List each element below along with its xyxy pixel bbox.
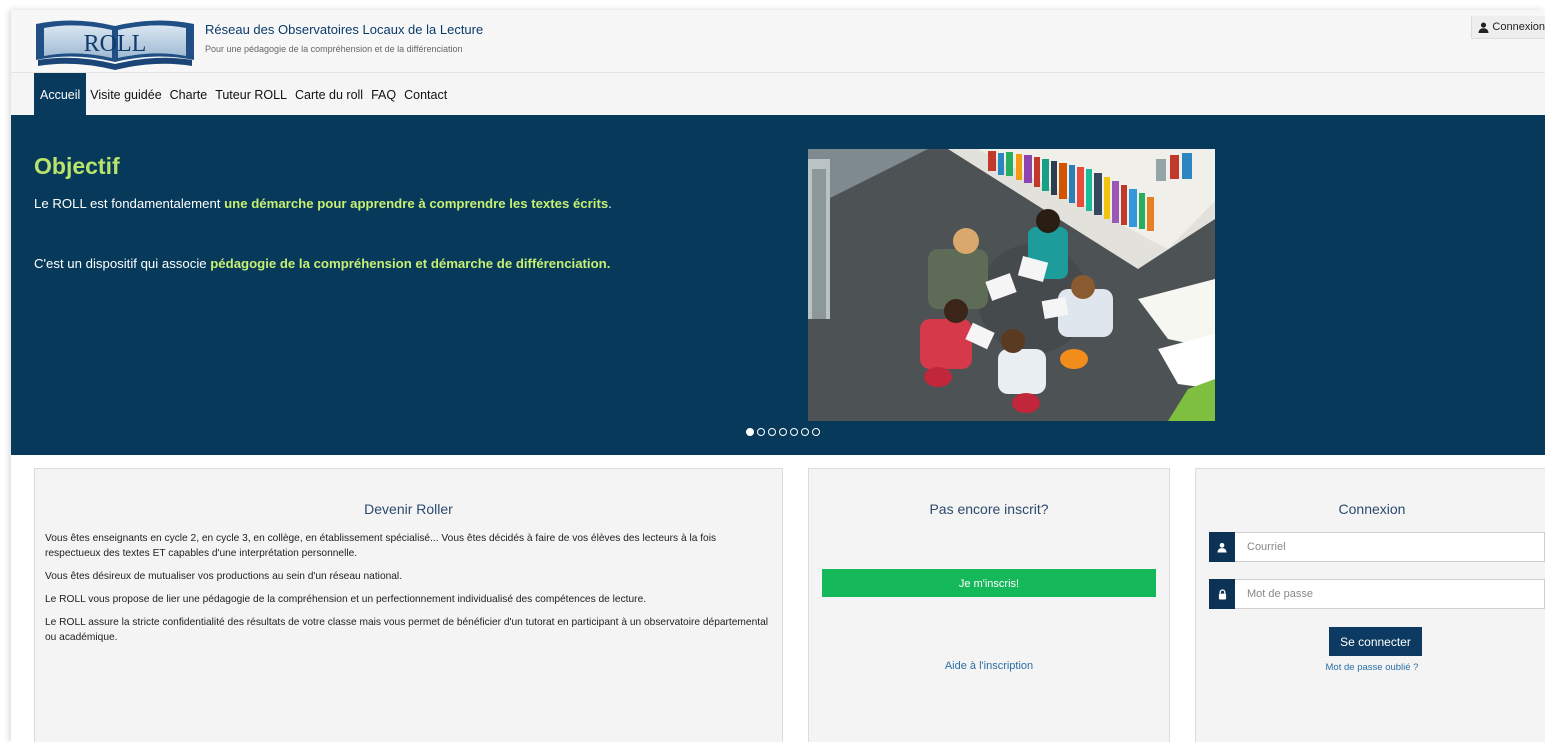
password-input[interactable] [1235,579,1545,609]
hero-p1-text: Le ROLL est fondamentalement [34,196,225,211]
carousel-dot-1[interactable] [746,428,754,436]
hero-p1-highlight: une démarche pour apprendre à comprendre… [224,196,609,211]
signup-panel: Pas encore inscrit? Je m'inscris! Aide à… [808,468,1170,742]
main-nav: Accueil Visite guidée Charte Tuteur ROLL… [11,72,1545,116]
carousel-dot-2[interactable] [757,428,765,436]
carousel-dot-7[interactable] [812,428,820,436]
carousel-dot-3[interactable] [768,428,776,436]
hero-p1-end: . [608,196,612,211]
password-field [1209,579,1545,609]
page: ROLL Réseau des Observatoires Locaux de … [11,10,1545,742]
nav-item-carte-du-roll[interactable]: Carte du roll [291,73,367,116]
signup-help-link[interactable]: Aide à l'inscription [809,660,1169,672]
login-panel: Connexion Se connecter Mot de passe oubl… [1195,468,1545,742]
hero-carousel: Objectif Le ROLL est fondamentalement un… [11,115,1545,455]
roller-paragraph: Le ROLL assure la stricte confidentialit… [45,617,769,643]
logo-text: ROLL [84,31,147,57]
hero-p2-highlight: pédagogie de la compréhension et démarch… [210,256,611,271]
site-header: ROLL Réseau des Observatoires Locaux de … [11,10,1545,72]
devenir-roller-panel: Devenir Roller Vous êtes enseignants en … [34,468,783,742]
email-input[interactable] [1235,532,1545,562]
user-icon [1209,532,1235,562]
nav-item-faq[interactable]: FAQ [367,73,400,116]
signup-title: Pas encore inscrit? [929,501,1049,517]
lock-icon [1209,579,1235,609]
carousel-dot-4[interactable] [779,428,787,436]
devenir-roller-title: Devenir Roller [364,501,453,517]
forgot-password-link[interactable]: Mot de passe oublié ? [1196,662,1545,673]
login-title: Connexion [1338,501,1406,517]
signup-button[interactable]: Je m'inscris! [822,569,1156,597]
devenir-roller-text: Vous êtes enseignants en cycle 2, en cyc… [35,517,782,645]
email-field [1209,532,1545,562]
roll-logo[interactable]: ROLL [34,14,196,70]
nav-item-accueil[interactable]: Accueil [34,73,87,116]
carousel-dot-5[interactable] [790,428,798,436]
hero-paragraph-2: C'est un dispositif qui associe pédagogi… [34,256,610,271]
login-submit-button[interactable]: Se connecter [1329,627,1422,656]
nav-item-visite-guidee[interactable]: Visite guidée [86,73,165,116]
hero-title: Objectif [34,153,120,179]
header-connexion-link[interactable]: Connexion [1471,16,1545,39]
nav-item-tuteur-roll[interactable]: Tuteur ROLL [211,73,291,116]
site-title: Réseau des Observatoires Locaux de la Le… [205,22,484,37]
nav-item-charte[interactable]: Charte [166,73,212,116]
roller-paragraph: Vous êtes désireux de mutualiser vos pro… [45,571,403,582]
hero-paragraph-1: Le ROLL est fondamentalement une démarch… [34,196,612,211]
carousel-indicators [746,428,820,436]
hero-p2-text: C'est un dispositif qui associe [34,256,211,271]
site-subtitle: Pour une pédagogie de la compréhension e… [205,44,463,54]
user-icon [1478,22,1489,33]
students-reading-photo [808,149,1215,421]
carousel-dot-6[interactable] [801,428,809,436]
nav-item-contact[interactable]: Contact [400,73,451,116]
header-connexion-label: Connexion [1492,21,1545,33]
roller-paragraph: Vous êtes enseignants en cycle 2, en cyc… [45,533,717,559]
roller-paragraph: Le ROLL vous propose de lier une pédagog… [45,594,647,605]
